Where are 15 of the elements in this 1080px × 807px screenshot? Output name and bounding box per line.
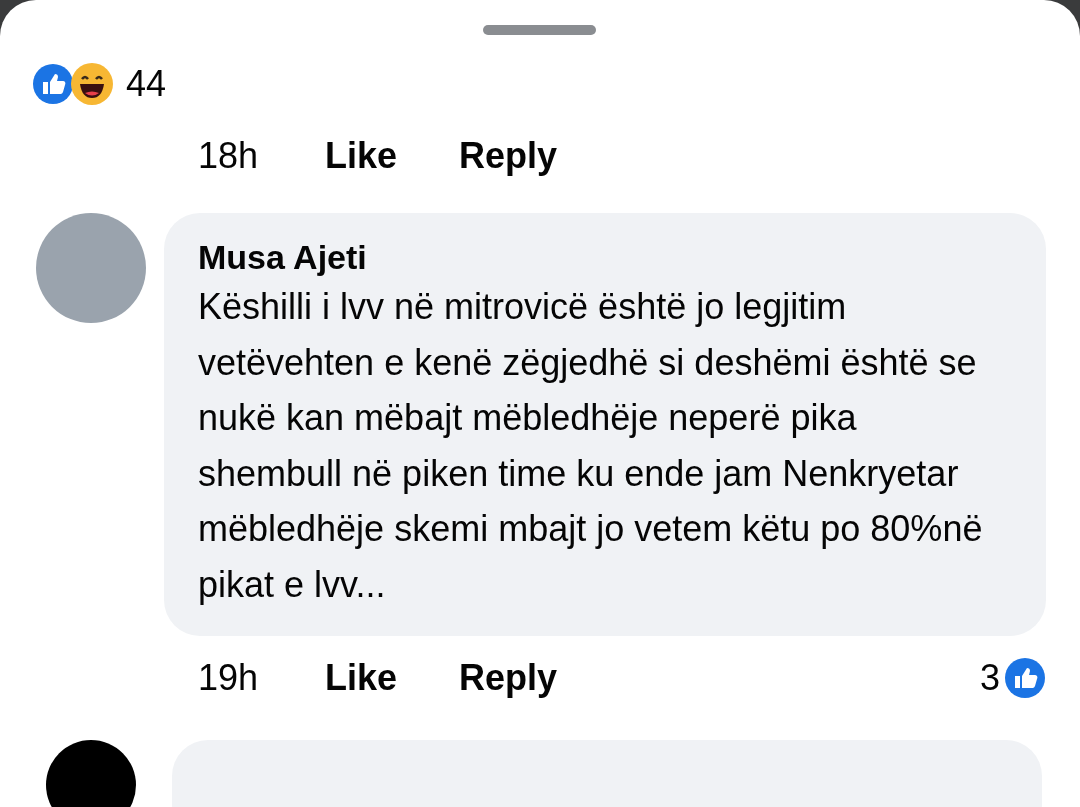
reaction-count: 3 [979,660,1000,696]
comment-time: 18h [198,138,260,174]
like-reaction-icon [32,63,74,105]
avatar-photo-placeholder[interactable] [46,740,136,807]
reply-button[interactable]: Reply [459,138,558,174]
comment-time: 19h [198,660,260,696]
like-button[interactable]: Like [325,660,459,696]
like-button[interactable]: Like [325,138,459,174]
reaction-count: 44 [126,66,167,102]
reply-button[interactable]: Reply [459,660,558,696]
laughing-face-icon [70,62,114,106]
author-name[interactable]: Musa Ajeti [198,235,1026,279]
comment-text: Këshilli i lvv në mitrovicë është jo legjitim vetëvehten e kenë zëgjedhë si deshëmi është se nukë kan mëbajt mëbledhëje neperë pika shembull në piken time ku ende jam Nenkryetar mëbledhëje skemi mbajt jo vetem këtu po 80%në pikat e lvv... [198,285,984,607]
drag-handle[interactable] [483,25,596,35]
like-reaction-icon [1004,657,1046,699]
